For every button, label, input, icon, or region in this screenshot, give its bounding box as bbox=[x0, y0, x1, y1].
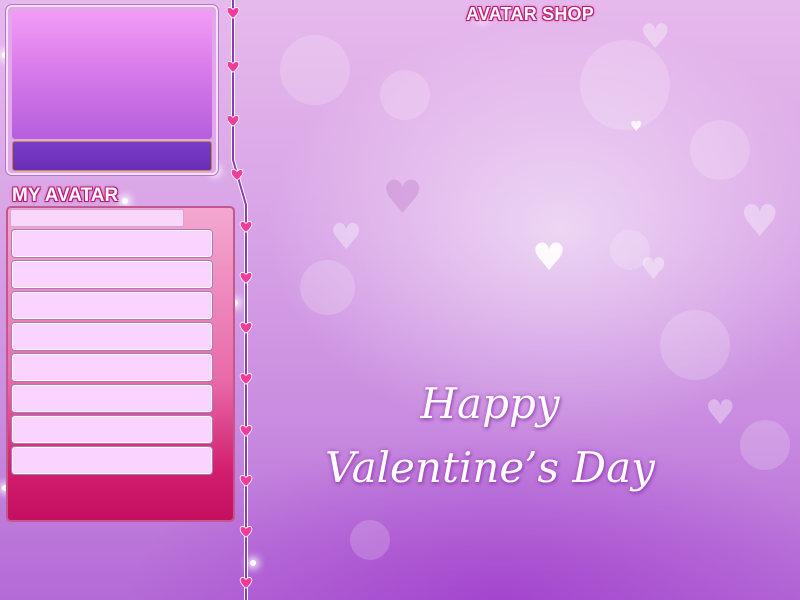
avatar-slot[interactable] bbox=[12, 261, 212, 288]
my-avatar-list-panel bbox=[6, 206, 235, 522]
avatar-slot[interactable] bbox=[12, 416, 212, 443]
heart-icon bbox=[239, 526, 253, 538]
greeting-line-2: Valentine’s Day bbox=[325, 443, 655, 492]
heart-icon bbox=[230, 169, 244, 181]
heart-icon bbox=[239, 425, 253, 437]
heart-icon bbox=[239, 272, 253, 284]
heart-icon bbox=[228, 115, 240, 127]
avatar-slot[interactable] bbox=[12, 230, 212, 257]
avatar-slot[interactable] bbox=[12, 447, 212, 474]
heart-chain-divider bbox=[228, 0, 253, 600]
shop-title: AVATAR SHOP bbox=[466, 4, 594, 24]
heart-icon bbox=[239, 373, 253, 385]
greeting-line-1: Happy bbox=[420, 379, 560, 428]
avatar-name-bar bbox=[12, 141, 212, 171]
heart-icon bbox=[228, 61, 240, 73]
heart-icon bbox=[239, 577, 253, 589]
avatar-slot[interactable] bbox=[12, 323, 212, 350]
heart-icon bbox=[239, 221, 253, 233]
valentines-greeting: Happy Valentine’s Day bbox=[300, 372, 680, 500]
avatar-slot[interactable] bbox=[12, 292, 212, 319]
list-header-bar bbox=[10, 209, 184, 227]
heart-icon bbox=[239, 475, 253, 487]
avatar-preview-display bbox=[12, 11, 212, 139]
heart-icon bbox=[228, 7, 240, 19]
heart-icon bbox=[239, 322, 253, 334]
avatar-slot[interactable] bbox=[12, 385, 212, 412]
avatar-slot[interactable] bbox=[12, 354, 212, 381]
avatar-preview-panel bbox=[6, 5, 218, 175]
my-avatar-title: MY AVATAR bbox=[12, 185, 119, 206]
